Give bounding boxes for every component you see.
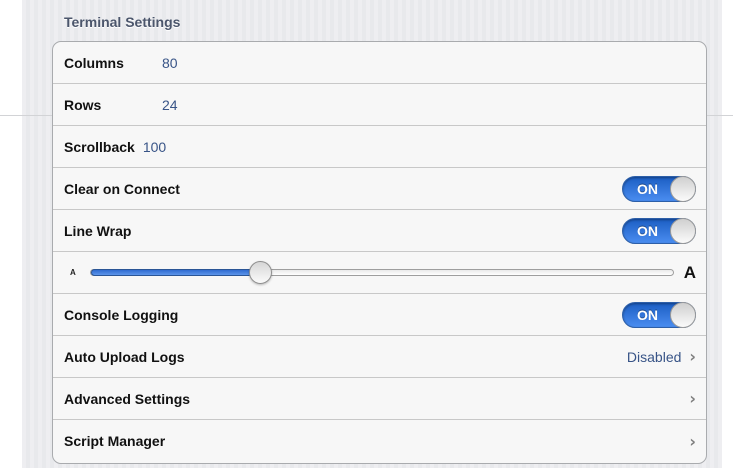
clear-on-connect-toggle[interactable]: ON [622,175,696,202]
toggle-state-label: ON [637,180,658,197]
slider-fill [91,269,260,276]
small-font-icon: A [70,268,76,277]
console-logging-toggle[interactable]: ON [622,301,696,328]
auto-upload-logs-label: Auto Upload Logs [64,348,185,365]
chevron-right-icon: › [689,431,696,451]
columns-label: Columns [64,54,124,71]
large-font-icon: A [683,262,696,282]
slider-thumb[interactable] [248,261,272,284]
clear-on-connect-row: Clear on Connect ON [53,168,706,210]
auto-upload-logs-value: Disabled [626,348,682,365]
toggle-knob [670,217,696,244]
toggle-knob [670,175,696,202]
clear-on-connect-label: Clear on Connect [64,180,180,197]
columns-row[interactable]: Columns 80 [53,42,706,84]
font-size-slider-row: A A [53,252,706,294]
rows-row[interactable]: Rows 24 [53,84,706,126]
font-size-slider[interactable] [90,261,674,284]
divider [707,115,733,116]
toggle-knob [670,301,696,328]
console-logging-row: Console Logging ON [53,294,706,336]
auto-upload-logs-row[interactable]: Auto Upload Logs Disabled › [53,336,706,378]
advanced-settings-label: Advanced Settings [64,390,191,407]
script-manager-label: Script Manager [64,433,166,449]
script-manager-row[interactable]: Script Manager › [53,420,706,462]
line-wrap-toggle[interactable]: ON [622,217,696,244]
divider [0,115,52,116]
scrollback-value[interactable]: 100 [143,139,166,155]
rows-value[interactable]: 24 [162,97,178,113]
scrollback-row[interactable]: Scrollback 100 [53,126,706,168]
toggle-state-label: ON [637,222,658,239]
line-wrap-row: Line Wrap ON [53,210,706,252]
rows-label: Rows [64,96,102,113]
toggle-state-label: ON [637,306,658,323]
scrollback-label: Scrollback [64,138,135,155]
line-wrap-label: Line Wrap [64,222,132,239]
console-logging-label: Console Logging [64,306,179,323]
section-title: Terminal Settings [64,14,181,30]
columns-value[interactable]: 80 [162,55,178,71]
advanced-settings-row[interactable]: Advanced Settings › [53,378,706,420]
terminal-settings-group: Columns 80 Rows 24 Scrollback 100 Clear … [52,41,707,464]
chevron-right-icon: › [689,389,696,408]
chevron-right-icon: › [689,347,696,366]
